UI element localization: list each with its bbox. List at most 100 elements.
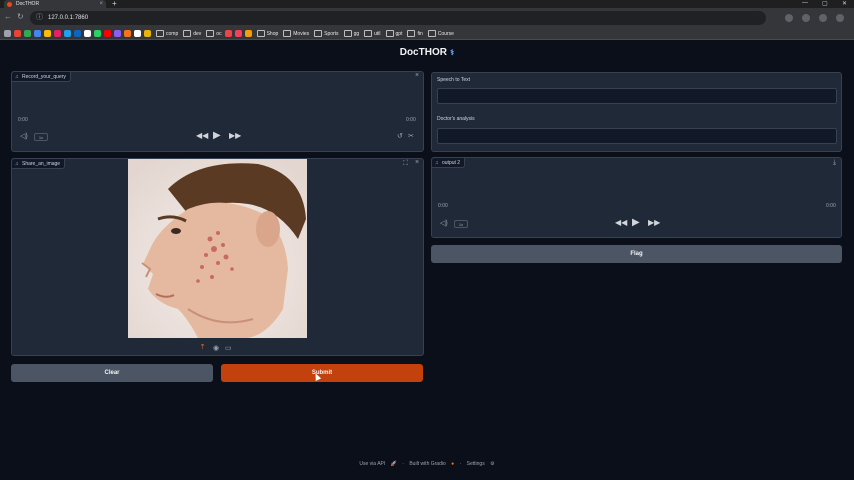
bookmark-icon[interactable]: [14, 30, 21, 37]
paste-icon[interactable]: ▭: [225, 344, 232, 352]
extension-icons: [785, 14, 844, 22]
trim-icon[interactable]: ✂: [408, 132, 414, 140]
url-field[interactable]: ⓘ 127.0.0.1:7860: [30, 11, 766, 25]
new-tab-icon[interactable]: +: [112, 0, 117, 8]
time-end: 0:00: [826, 203, 836, 209]
audio-output-panel: output 2 ⤓ 0:00 0:00 ◁) 1x ◀◀ ▶ ▶▶: [431, 157, 842, 238]
stethoscope-icon: ⚕: [449, 48, 455, 57]
bookmarks-bar: comp dev oc Shop Movies Sports gg util g…: [0, 28, 854, 40]
bookmark-icon[interactable]: [104, 30, 111, 37]
maximize-icon[interactable]: ▢: [822, 0, 828, 7]
address-bar-row: ← ↻ ⓘ 127.0.0.1:7860: [0, 8, 854, 28]
bookmark-icon[interactable]: [144, 30, 151, 37]
webcam-icon[interactable]: ◉: [213, 344, 219, 352]
download-icon[interactable]: ⤓: [833, 159, 836, 167]
image-input-label: Share_an_image: [12, 159, 66, 169]
flag-button[interactable]: Flag: [431, 245, 842, 263]
fast-forward-icon[interactable]: ▶▶: [229, 131, 241, 140]
rocket-icon: 🚀: [390, 461, 397, 467]
volume-icon[interactable]: ◁): [20, 132, 28, 140]
bookmark-icon[interactable]: [134, 30, 141, 37]
bookmark-folder[interactable]: gpt: [386, 30, 403, 37]
bookmark-folder[interactable]: oc: [206, 30, 221, 37]
browser-tab-strip: DocTHOR × + — ▢ ✕: [0, 0, 854, 8]
built-with-gradio-link[interactable]: Built with Gradio: [409, 461, 445, 467]
separator-dot: ·: [402, 461, 404, 467]
playback-speed-button[interactable]: 1x: [34, 133, 48, 141]
bookmark-icon[interactable]: [54, 30, 61, 37]
page-title: DocTHOR ⚕: [0, 47, 854, 58]
tab-title: DocTHOR: [16, 1, 40, 7]
time-end: 0:00: [406, 117, 416, 123]
extension-icon[interactable]: [785, 14, 793, 22]
bookmark-icon[interactable]: [94, 30, 101, 37]
minimize-icon[interactable]: —: [802, 0, 808, 6]
tab-favicon-icon: [7, 1, 12, 7]
audio-input-panel: Record_your_query × 0:00 0:00 ◁) 1x ◀◀ ▶…: [11, 71, 424, 152]
bookmark-icon[interactable]: [4, 30, 11, 37]
bookmark-icon[interactable]: [74, 30, 81, 37]
bookmark-icon[interactable]: [244, 30, 252, 37]
use-via-api-link[interactable]: Use via API: [359, 461, 385, 467]
separator-dot: ·: [459, 461, 462, 467]
rewind-icon[interactable]: ◀◀: [196, 131, 208, 140]
settings-link[interactable]: Settings: [467, 461, 485, 467]
face-illustration: [128, 159, 307, 338]
bookmark-folder[interactable]: gg: [344, 30, 360, 37]
bookmark-folder[interactable]: fin: [407, 30, 422, 37]
time-start: 0:00: [438, 203, 448, 209]
bookmark-icon[interactable]: [44, 30, 51, 37]
bookmark-folder[interactable]: Course: [428, 30, 454, 37]
play-icon[interactable]: ▶: [213, 130, 221, 141]
speech-to-text-label: Speech to Text: [437, 77, 470, 83]
bookmark-folder[interactable]: Shop: [257, 30, 279, 37]
bookmark-icon[interactable]: [64, 30, 71, 37]
bookmark-icon[interactable]: [114, 30, 121, 37]
text-output-group: Speech to Text Doctor's analysis: [431, 72, 842, 152]
bookmark-folder[interactable]: util: [364, 30, 380, 37]
volume-icon[interactable]: ◁): [440, 219, 448, 227]
bookmark-folder[interactable]: Sports: [314, 30, 338, 37]
time-start: 0:00: [18, 117, 28, 123]
bookmark-folder[interactable]: dev: [183, 30, 201, 37]
fullscreen-icon[interactable]: ⛶: [403, 160, 408, 168]
audio-input-label: Record_your_query: [12, 72, 71, 82]
rewind-icon[interactable]: ◀◀: [615, 218, 627, 227]
bookmark-icon[interactable]: [224, 30, 232, 37]
play-icon[interactable]: ▶: [632, 217, 640, 228]
uploaded-face-image: [128, 159, 307, 338]
doctors-analysis-field[interactable]: [437, 128, 837, 144]
url-text: 127.0.0.1:7860: [48, 15, 89, 21]
fast-forward-icon[interactable]: ▶▶: [648, 218, 660, 227]
clear-audio-icon[interactable]: ×: [415, 72, 419, 79]
site-info-icon[interactable]: ⓘ: [36, 11, 43, 25]
close-tab-icon[interactable]: ×: [99, 0, 103, 8]
clear-button[interactable]: Clear: [11, 364, 213, 382]
audio-output-label: output 2: [432, 158, 466, 168]
bookmark-folder[interactable]: comp: [156, 30, 178, 37]
reload-icon[interactable]: ↻: [17, 12, 24, 21]
bookmark-icon[interactable]: [34, 30, 41, 37]
extension-icon[interactable]: [802, 14, 810, 22]
bookmark-icon[interactable]: [124, 30, 131, 37]
footer: Use via API 🚀 · Built with Gradio ● · Se…: [0, 461, 854, 467]
bookmark-icon[interactable]: [24, 30, 31, 37]
close-window-icon[interactable]: ✕: [842, 0, 847, 7]
bookmark-folder[interactable]: Movies: [283, 30, 309, 37]
clear-image-icon[interactable]: ×: [415, 159, 419, 166]
doctors-analysis-label: Doctor's analysis: [437, 116, 475, 122]
bookmark-icon[interactable]: [234, 30, 242, 37]
browser-tab[interactable]: DocTHOR ×: [4, 0, 106, 8]
menu-icon[interactable]: [836, 14, 844, 22]
back-icon[interactable]: ←: [4, 12, 12, 21]
bookmark-icon[interactable]: [84, 30, 91, 37]
speech-to-text-field[interactable]: [437, 88, 837, 104]
upload-icon[interactable]: ⤒: [201, 344, 204, 352]
app-title-text: DocTHOR: [399, 47, 447, 58]
profile-avatar-icon[interactable]: [819, 14, 827, 22]
playback-speed-button[interactable]: 1x: [454, 220, 468, 228]
gradio-logo-icon: ●: [451, 461, 455, 467]
undo-icon[interactable]: ↺: [397, 132, 403, 140]
gear-icon[interactable]: ⚙: [490, 461, 494, 467]
submit-button[interactable]: Submit: [221, 364, 423, 382]
